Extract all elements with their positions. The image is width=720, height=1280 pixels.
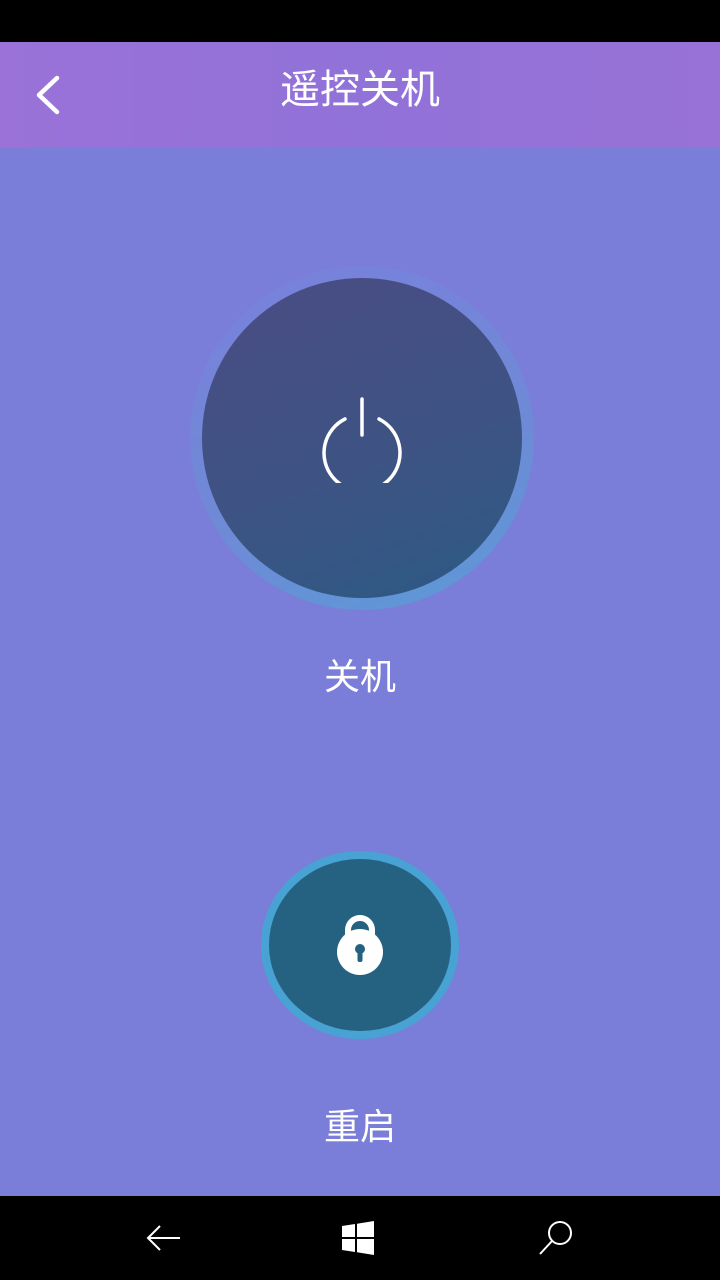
windows-icon (342, 1221, 374, 1255)
search-icon (539, 1221, 572, 1255)
restart-button-core (269, 859, 451, 1031)
shutdown-label: 关机 (323, 657, 396, 698)
main-content: 关机 重启 (0, 148, 720, 1196)
lock-icon (337, 915, 383, 975)
header: 遥控关机 (0, 42, 720, 148)
back-arrow-icon (146, 1225, 180, 1251)
nav-home-button[interactable] (328, 1210, 388, 1266)
restart-button[interactable] (261, 851, 459, 1039)
status-bar (0, 0, 720, 42)
nav-back-button[interactable] (134, 1210, 194, 1266)
page-title: 遥控关机 (280, 67, 440, 113)
shutdown-button-core (202, 278, 522, 598)
nav-search-button[interactable] (526, 1210, 586, 1266)
nav-bar (0, 1196, 720, 1280)
restart-label: 重启 (323, 1107, 396, 1148)
power-icon (322, 397, 402, 483)
shutdown-button[interactable] (190, 266, 534, 610)
